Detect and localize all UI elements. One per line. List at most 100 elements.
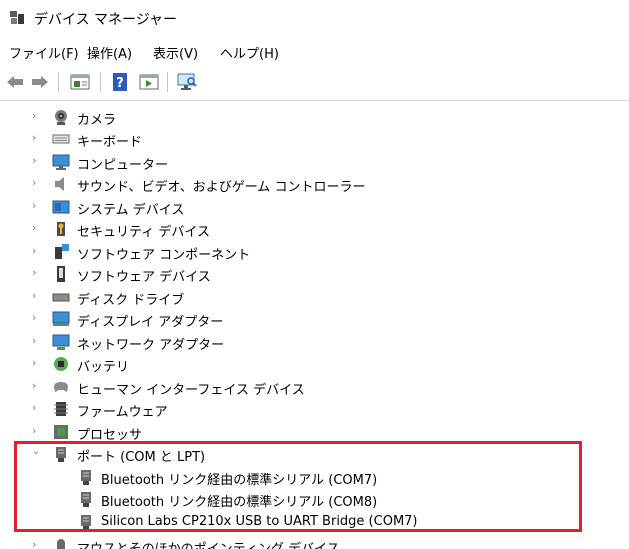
run-button[interactable]	[137, 70, 161, 94]
tree-item-label: ファームウェア	[77, 405, 168, 420]
tree-item-cp210x[interactable]: Silicon Labs CP210x USB to UART Bridge (…	[0, 511, 629, 533]
back-button[interactable]	[3, 70, 27, 94]
tree-item-label: ポート (COM と LPT)	[77, 450, 206, 465]
chevron-right-icon[interactable]: ›	[32, 176, 44, 192]
tree-item-label: ディスク ドライブ	[77, 293, 185, 308]
tree-item-computer[interactable]: › コンピューター	[0, 151, 629, 173]
tree-item-label: Bluetooth リンク経由の標準シリアル (COM8)	[101, 495, 378, 510]
run-icon	[139, 74, 159, 90]
camera-icon	[55, 110, 67, 125]
mouse-icon	[57, 539, 65, 549]
tree-item-label: カメラ	[77, 113, 117, 128]
svg-text:?: ?	[116, 76, 124, 91]
toolbar-separator	[167, 72, 168, 92]
tree-item-label: ネットワーク アダプター	[77, 338, 225, 353]
chevron-right-icon[interactable]: ›	[32, 379, 44, 395]
chevron-right-icon[interactable]: ›	[32, 538, 44, 549]
chevron-right-icon[interactable]: ›	[32, 356, 44, 372]
menu-bar: ファイル(F) 操作(A) 表示(V) ヘルプ(H)	[0, 37, 629, 63]
device-tree: › カメラ › キーボード › コンピューター › サウンド、ビデオ、およびゲー…	[0, 101, 629, 549]
software-component-icon	[55, 244, 69, 259]
firmware-icon	[54, 402, 68, 416]
chevron-right-icon[interactable]: ›	[32, 311, 44, 327]
tree-item-disk-drive[interactable]: › ディスク ドライブ	[0, 286, 629, 308]
tree-item-network-adapter[interactable]: › ネットワーク アダプター	[0, 331, 629, 353]
display-adapter-icon	[52, 311, 70, 326]
port-icon	[81, 492, 91, 507]
back-icon	[7, 76, 23, 88]
tree-item-processor[interactable]: › プロセッサ	[0, 421, 629, 443]
help-button[interactable]: ?	[108, 70, 132, 94]
keyboard-icon	[52, 134, 70, 144]
chevron-right-icon[interactable]: ›	[32, 221, 44, 237]
tree-item-label: マウスとそのほかのポインティング デバイス	[77, 538, 340, 549]
tree-item-label: ディスプレイ アダプター	[77, 315, 224, 330]
tree-item-label: セキュリティ デバイス	[77, 225, 210, 240]
menu-view[interactable]: 表示(V)	[153, 43, 198, 62]
software-device-icon	[57, 266, 65, 282]
tree-item-display-adapter[interactable]: › ディスプレイ アダプター	[0, 308, 629, 330]
port-icon	[81, 470, 91, 485]
tree-item-hid[interactable]: › ヒューマン インターフェイス デバイス	[0, 376, 629, 398]
chevron-right-icon[interactable]: ›	[32, 266, 44, 282]
tree-item-com8-bluetooth[interactable]: Bluetooth リンク経由の標準シリアル (COM8)	[0, 488, 629, 510]
speaker-icon	[55, 177, 64, 191]
chevron-right-icon[interactable]: ›	[32, 401, 44, 417]
menu-file[interactable]: ファイル(F)	[9, 43, 79, 62]
tree-item-camera[interactable]: › カメラ	[0, 106, 629, 128]
forward-button[interactable]	[28, 70, 52, 94]
tree-item-system[interactable]: › システム デバイス	[0, 196, 629, 218]
properties-icon	[70, 74, 90, 90]
battery-icon	[54, 357, 68, 371]
chevron-right-icon[interactable]: ›	[32, 244, 44, 260]
chevron-right-icon[interactable]: ›	[32, 199, 44, 215]
tree-item-security[interactable]: › セキュリティ デバイス	[0, 218, 629, 240]
tree-item-ports[interactable]: ⌄ ポート (COM と LPT)	[0, 443, 629, 465]
tree-item-label: ソフトウェア デバイス	[77, 270, 211, 285]
chevron-right-icon[interactable]: ›	[32, 154, 44, 170]
security-key-icon	[57, 222, 65, 236]
tree-item-label: コンピューター	[77, 158, 169, 173]
tree-item-label: Silicon Labs CP210x USB to UART Bridge (…	[101, 514, 418, 529]
tree-item-keyboard[interactable]: › キーボード	[0, 128, 629, 150]
window-title: デバイス マネージャー	[34, 12, 178, 28]
device-manager-icon	[10, 11, 24, 24]
hid-icon	[54, 382, 68, 392]
tree-item-label: ソフトウェア コンポーネント	[77, 248, 251, 263]
toolbar: ?	[0, 64, 629, 101]
port-icon	[81, 515, 91, 530]
tree-item-label: バッテリ	[77, 360, 130, 375]
tree-item-firmware[interactable]: › ファームウェア	[0, 398, 629, 420]
tree-item-mouse[interactable]: › マウスとそのほかのポインティング デバイス	[0, 535, 629, 549]
tree-item-label: システム デバイス	[77, 203, 185, 218]
chevron-right-icon[interactable]: ›	[32, 109, 44, 125]
chevron-right-icon[interactable]: ›	[32, 289, 44, 305]
title-bar: デバイス マネージャー	[0, 0, 629, 36]
port-icon	[56, 447, 66, 462]
menu-help[interactable]: ヘルプ(H)	[220, 43, 279, 62]
system-folder-icon	[52, 200, 70, 214]
monitor-scan-icon	[177, 73, 197, 90]
tree-item-label: プロセッサ	[77, 428, 143, 443]
menu-action[interactable]: 操作(A)	[87, 43, 132, 62]
disk-drive-icon	[52, 293, 70, 302]
tree-item-battery[interactable]: › バッテリ	[0, 353, 629, 375]
tree-item-software-component[interactable]: › ソフトウェア コンポーネント	[0, 241, 629, 263]
help-icon: ?	[113, 73, 127, 91]
scan-hardware-button[interactable]	[175, 70, 199, 94]
chevron-right-icon[interactable]: ›	[32, 424, 44, 440]
tree-item-com7-bluetooth[interactable]: Bluetooth リンク経由の標準シリアル (COM7)	[0, 466, 629, 488]
chevron-right-icon[interactable]: ›	[32, 334, 44, 350]
properties-button[interactable]	[68, 70, 92, 94]
toolbar-separator	[58, 72, 59, 92]
chevron-right-icon[interactable]: ›	[32, 131, 44, 147]
tree-item-label: キーボード	[77, 135, 143, 150]
toolbar-separator	[100, 72, 101, 92]
tree-item-software-device[interactable]: › ソフトウェア デバイス	[0, 263, 629, 285]
chevron-down-icon[interactable]: ⌄	[32, 446, 44, 462]
network-adapter-icon	[52, 334, 70, 350]
forward-icon	[32, 76, 48, 88]
tree-item-sound[interactable]: › サウンド、ビデオ、およびゲーム コントローラー	[0, 173, 629, 195]
tree-item-label: ヒューマン インターフェイス デバイス	[77, 383, 305, 398]
processor-icon	[54, 425, 68, 439]
